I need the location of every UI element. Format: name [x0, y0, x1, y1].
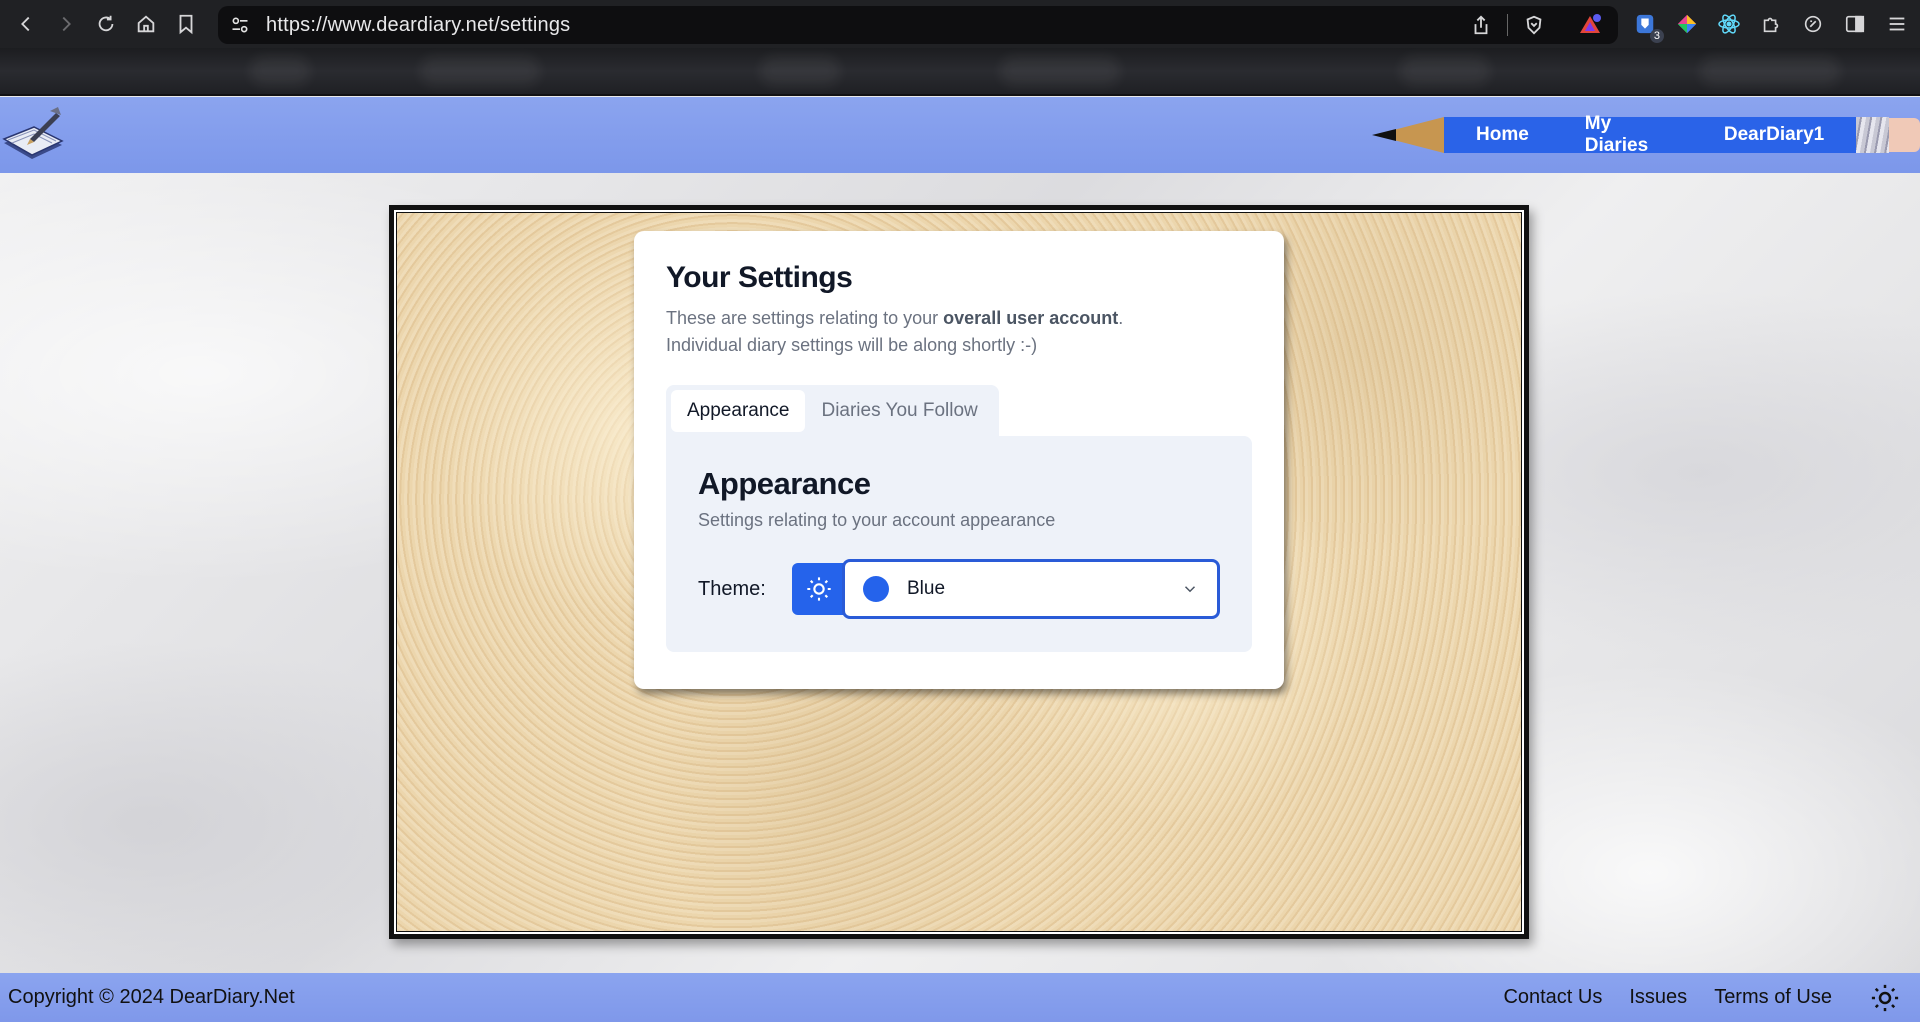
- pencil-eraser: [1889, 118, 1920, 152]
- browser-toolbar: https://www.deardiary.net/settings 3: [0, 0, 1920, 48]
- back-button[interactable]: [6, 0, 46, 48]
- panel-title: Appearance: [698, 466, 871, 501]
- chevron-right-icon: [62, 16, 71, 32]
- site-settings-icon[interactable]: [230, 15, 250, 35]
- theme-mode-button[interactable]: [792, 563, 846, 615]
- panel-description: Settings relating to your account appear…: [698, 510, 1056, 530]
- bookmark-button[interactable]: [166, 0, 206, 48]
- site-footer: Copyright © 2024 DearDiary.Net Contact U…: [0, 973, 1920, 1022]
- home-button[interactable]: [126, 0, 166, 48]
- bookmarks-bar: [0, 48, 1920, 96]
- page-title: Your Settings: [666, 261, 853, 294]
- url-text[interactable]: https://www.deardiary.net/settings: [266, 14, 570, 37]
- tab-appearance[interactable]: Appearance: [671, 390, 806, 432]
- footer-links: Contact Us Issues Terms of Use: [1476, 983, 1900, 1013]
- settings-description: These are settings relating to your over…: [666, 305, 1252, 359]
- brave-shields-icon[interactable]: [1522, 13, 1546, 37]
- extension-badge: 3: [1649, 29, 1664, 43]
- nav-my-diaries-link[interactable]: My Diaries: [1585, 113, 1668, 157]
- react-devtools-icon[interactable]: [1716, 11, 1742, 37]
- address-bar[interactable]: https://www.deardiary.net/settings: [218, 6, 1618, 44]
- bookmark-icon: [179, 14, 193, 35]
- sidebar-toggle-icon[interactable]: [1842, 11, 1868, 37]
- appearance-panel: Appearance Settings relating to your acc…: [666, 436, 1252, 652]
- footer-contact-link[interactable]: Contact Us: [1503, 986, 1602, 1009]
- brave-rewards-icon[interactable]: [1578, 13, 1602, 37]
- theme-row: Theme: Blue: [698, 559, 1220, 619]
- share-icon[interactable]: [1469, 13, 1493, 37]
- footer-terms-link[interactable]: Terms of Use: [1714, 986, 1832, 1009]
- theme-label: Theme:: [698, 577, 766, 600]
- pencil-nav: Home My Diaries DearDiary1: [1374, 113, 1920, 156]
- theme-select-value: Blue: [907, 578, 946, 599]
- site-header: Home My Diaries DearDiary1: [0, 97, 1920, 173]
- bitwarden-extension-icon[interactable]: 3: [1632, 11, 1664, 43]
- copyright-text: Copyright © 2024 DearDiary.Net: [8, 986, 295, 1008]
- nav-user-link[interactable]: DearDiary1: [1724, 124, 1824, 146]
- pencil-lead: [1372, 129, 1396, 141]
- main-nav: Home My Diaries DearDiary1: [1444, 113, 1857, 156]
- footer-issues-link[interactable]: Issues: [1629, 986, 1687, 1009]
- chevron-down-icon: [1184, 586, 1196, 593]
- chevron-left-icon: [21, 16, 30, 32]
- desc-bold: overall user account: [943, 308, 1119, 328]
- desc-line2: Individual diary settings will be along …: [666, 335, 1038, 355]
- theme-select[interactable]: Blue: [842, 559, 1220, 619]
- nav-home-link[interactable]: Home: [1476, 124, 1529, 146]
- leo-ai-icon[interactable]: [1800, 11, 1826, 37]
- theme-color-swatch: [863, 576, 889, 602]
- diary-logo-icon[interactable]: [0, 103, 66, 169]
- desc-prefix: These are settings relating to your: [666, 308, 944, 328]
- desc-suffix: .: [1118, 308, 1124, 328]
- home-icon: [137, 15, 155, 33]
- sun-icon: [807, 577, 831, 601]
- tab-diaries-you-follow[interactable]: Diaries You Follow: [805, 390, 993, 432]
- theme-toggle-sun-icon[interactable]: [1870, 983, 1900, 1013]
- settings-tabs: Appearance Diaries You Follow: [666, 385, 999, 437]
- colorful-extension-icon[interactable]: [1674, 11, 1700, 37]
- pencil-ferrule: [1856, 117, 1890, 153]
- menu-icon[interactable]: [1884, 11, 1910, 37]
- divider: [1507, 14, 1508, 36]
- forward-button[interactable]: [46, 0, 86, 48]
- settings-card: Your Settings These are settings relatin…: [634, 231, 1284, 689]
- extensions-puzzle-icon[interactable]: [1758, 11, 1784, 37]
- reload-button[interactable]: [86, 0, 126, 48]
- reload-icon: [98, 15, 114, 32]
